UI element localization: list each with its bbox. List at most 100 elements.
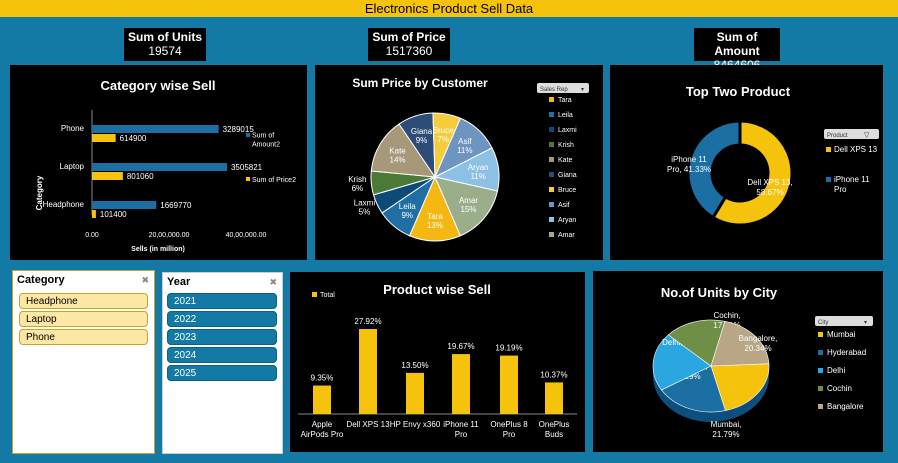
legend-swatch [549, 217, 554, 222]
bar [92, 172, 123, 180]
category-tick-label: Headphone [43, 200, 85, 209]
legend-title: Product [827, 133, 848, 139]
chart-title: Category wise Sell [101, 78, 216, 93]
year-slicer-item[interactable]: 2021 [167, 293, 277, 309]
data-label: 9.35% [311, 374, 334, 383]
slice-label: Tara 13% [427, 212, 443, 230]
kpi-value: 1517360 [385, 44, 433, 58]
legend-label: Hyderabad [827, 348, 866, 357]
category-slicer[interactable]: Category ✖ Headphone Laptop Phone [12, 270, 155, 454]
clear-filter-icon[interactable]: ✖ [141, 275, 149, 286]
legend-swatch [549, 202, 554, 207]
data-label: 614900 [120, 134, 147, 143]
data-label: 19.67% [447, 342, 474, 351]
year-slicer-item[interactable]: 2024 [167, 347, 277, 363]
chart-title: Product wise Sell [383, 282, 491, 297]
data-label: 19.19% [495, 344, 522, 353]
city-pie-svg: No.of Units by City Mumbai,21.79% Hyderaba… [652, 285, 873, 439]
data-label: 10.37% [540, 370, 567, 379]
x-axis-label: Sells (in million) [131, 246, 185, 253]
category-tick-label: iPhone 11 Pro [443, 420, 479, 439]
slice-label: Mumbai, 21.79% [711, 420, 742, 439]
data-label: 801060 [127, 172, 154, 181]
top-two-product-chart[interactable]: Top Two Product Dell XPS 13, 58.67% iPhone … [610, 65, 883, 260]
kpi-sum-of-units: Sum of Units 19574 [124, 28, 206, 61]
legend-title: City [818, 320, 828, 326]
legend-swatch [818, 368, 823, 373]
chart-title: No.of Units by City [661, 285, 778, 300]
slice-label: Bangalore, 20.34% [739, 334, 778, 353]
legend-label: Total [320, 292, 335, 299]
chart-title: Top Two Product [686, 84, 791, 99]
customer-pie-svg: Sum Price by CustomerTara 13%Leila 9%Laxmi… [348, 76, 589, 242]
legend-swatch [826, 147, 831, 152]
filter-icon: ▽ [864, 132, 870, 139]
legend-swatch [818, 386, 823, 391]
category-tick-label: OnePlus Buds [539, 420, 570, 439]
kpi-label: Sum of Amount [714, 30, 760, 58]
legend-swatch [246, 177, 250, 181]
year-slicer-item[interactable]: 2025 [167, 365, 277, 381]
legend-label: Dell XPS 13 [834, 145, 878, 154]
legend-swatch [818, 350, 823, 355]
slice-label: Asif 11% [457, 137, 472, 155]
clear-filter-icon[interactable]: ✖ [269, 277, 277, 288]
kpi-sum-of-amount: Sum of Amount 8464606 [694, 28, 780, 72]
category-tick-label: HP Envy x360 [390, 420, 441, 429]
legend-label: Krish [558, 142, 574, 149]
slice-label: iPhone 11 Pro, 41.33% [667, 155, 711, 174]
slice-label: Krish 6% [348, 175, 366, 193]
legend-label: Mumbai [827, 330, 856, 339]
year-slicer[interactable]: Year ✖ 2021 2022 2023 2024 2025 [162, 272, 283, 454]
category-slicer-item[interactable]: Phone [19, 329, 148, 345]
bar [452, 354, 470, 414]
sum-price-by-customer-chart[interactable]: Sum Price by Customer Tara 13% Leila 9% Laxmi… [315, 65, 603, 260]
bar [500, 355, 518, 414]
x-tick-label: 40,00,000.00 [226, 232, 267, 239]
legend-swatch [549, 127, 554, 132]
kpi-value: 19574 [148, 44, 182, 58]
legend-swatch [246, 133, 250, 137]
legend-label: Bruce [558, 187, 576, 194]
slice-label: Kate 14% [389, 146, 406, 164]
category-tick-label: OnePlus 8 Pro [490, 420, 528, 439]
data-label: 1669770 [160, 201, 192, 210]
slice-label: Amar 15% [459, 196, 478, 214]
legend-label: Aryan [558, 217, 576, 224]
slice-label: Laxmi 5% [354, 198, 376, 216]
legend-swatch [818, 332, 823, 337]
legend-swatch [818, 404, 823, 409]
legend-swatch [549, 157, 554, 162]
legend-label: Tara [558, 97, 572, 104]
legend-swatch [312, 292, 317, 297]
legend-label: Kate [558, 157, 573, 164]
dashboard-title: Electronics Product Sell Data [0, 0, 898, 17]
category-tick-label: Dell XPS 13 [346, 420, 390, 429]
data-label: 27.92% [354, 317, 381, 326]
year-slicer-item[interactable]: 2022 [167, 311, 277, 327]
data-label: 3289015 [223, 125, 255, 134]
product-doughnut-svg: Top Two ProductDell XPS 13, 58.67%iPhone … [667, 84, 879, 227]
category-bar-svg: Category wise SellCategoryPhone 328901561… [35, 78, 296, 253]
product-bar-svg: Product wise Sell Total 9.35% Apple AirPods … [298, 282, 577, 439]
product-wise-sell-chart[interactable]: Product wise Sell Total 9.35% Apple AirPods … [290, 272, 585, 452]
legend-label: Bangalore [827, 402, 864, 411]
category-tick-label: Laptop [60, 162, 85, 171]
units-by-city-chart[interactable]: No.of Units by City Mumbai,21.79% Hyderaba… [593, 271, 883, 452]
bar [92, 210, 96, 218]
kpi-label: Sum of Price [372, 30, 446, 44]
category-slicer-item[interactable]: Headphone [19, 293, 148, 309]
legend-swatch [549, 232, 554, 237]
legend-label: Leila [558, 112, 573, 119]
legend-label: Delhi [827, 366, 845, 375]
legend-swatch [549, 142, 554, 147]
category-slicer-item[interactable]: Laptop [19, 311, 148, 327]
legend-label: Giana [558, 172, 577, 179]
legend-swatch [549, 97, 554, 102]
legend-label: iPhone 11 Pro [834, 175, 870, 194]
bar [92, 163, 227, 171]
category-wise-sell-chart[interactable]: Category wise Sell Category Phone 3289015 61… [10, 65, 307, 260]
year-slicer-item[interactable]: 2023 [167, 329, 277, 345]
bar [406, 372, 424, 414]
data-label: 13.50% [401, 361, 428, 370]
